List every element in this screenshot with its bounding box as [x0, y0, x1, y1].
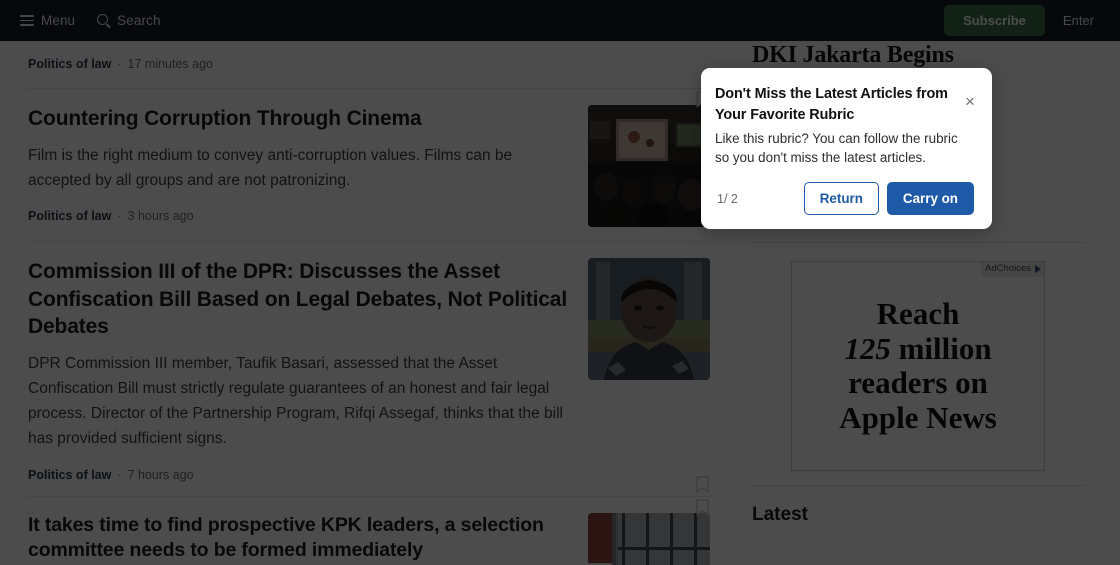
ad-copy: Reach 125 million readers on Apple News [823, 295, 1013, 436]
timestamp: 7 hours ago [127, 467, 194, 482]
timestamp: 17 minutes ago [127, 57, 214, 71]
cinema-audience-photo [588, 105, 710, 227]
top-navigation-bar: Menu Search Subscribe Enter [0, 0, 1120, 41]
modal-body-text: Like this rubric? You can follow the rub… [715, 130, 958, 166]
ad-line-1: Reach [876, 295, 960, 331]
search-button[interactable]: Search [97, 13, 160, 28]
bookmark-icon[interactable] [695, 498, 710, 517]
search-icon [97, 14, 110, 27]
close-icon[interactable]: × [962, 93, 978, 110]
subscribe-button[interactable]: Subscribe [944, 5, 1045, 36]
list-item[interactable]: Countering Corruption Through Cinema Fil… [28, 89, 710, 242]
modal-title: Don't Miss the Latest Articles from Your… [715, 86, 948, 124]
card-body: Politics of law · 17 minutes ago [28, 41, 568, 74]
nav-right-group: Subscribe Enter [944, 5, 1100, 36]
list-item[interactable]: It takes time to find prospective KPK le… [28, 497, 710, 565]
meta-separator: · [117, 467, 122, 482]
sidebar-divider [752, 485, 1084, 487]
latest-section-heading: Latest [752, 504, 808, 526]
adchoices-triangle-icon [1035, 265, 1041, 274]
article-feed: Politics of law · 17 minutes ago Counter… [0, 41, 736, 565]
adchoices-badge[interactable]: AdChoices [981, 262, 1044, 277]
article-title[interactable]: Countering Corruption Through Cinema [28, 105, 568, 133]
card-meta: Politics of law · 7 hours ago [28, 468, 568, 482]
sidebar-divider [752, 242, 1084, 244]
list-item[interactable]: Commission III of the DPR: Discusses the… [28, 242, 710, 497]
menu-button[interactable]: Menu [20, 13, 75, 28]
modal-step-counter: 1/ 2 [717, 191, 738, 206]
article-excerpt: DPR Commission III member, Taufik Basari… [28, 355, 563, 448]
carry-on-button[interactable]: Carry on [886, 182, 974, 216]
ad-line-2-rest: million [898, 330, 992, 366]
modal-footer: 1/ 2 Return Carry on [715, 182, 974, 216]
ad-creative[interactable]: AdChoices Reach 125 million readers on A… [791, 261, 1045, 472]
rubric-link[interactable]: Politics of law [28, 209, 111, 223]
list-item[interactable]: Politics of law · 17 minutes ago [28, 41, 710, 89]
man-portrait-photo [588, 258, 710, 380]
sidebar-headline[interactable]: DKI Jakarta Begins [752, 41, 1084, 71]
card-body: Commission III of the DPR: Discusses the… [28, 258, 568, 482]
nav-left-group: Menu Search [20, 13, 161, 28]
card-body: It takes time to find prospective KPK le… [28, 513, 568, 565]
enter-link[interactable]: Enter [1063, 13, 1100, 28]
rubric-link[interactable]: Politics of law [28, 57, 111, 71]
card-meta: Politics of law · 17 minutes ago [28, 57, 568, 71]
meta-separator: · [117, 57, 122, 71]
timestamp: 3 hours ago [127, 208, 194, 223]
article-title[interactable]: It takes time to find prospective KPK le… [28, 513, 568, 564]
card-meta: Politics of law · 3 hours ago [28, 209, 568, 223]
menu-label: Menu [41, 13, 76, 28]
ad-line-2-number: 125 [844, 330, 891, 366]
rubric-link[interactable]: Politics of law [28, 468, 111, 482]
article-thumbnail[interactable] [588, 105, 710, 227]
advertisement-slot: AdChoices Reach 125 million readers on A… [752, 261, 1084, 472]
article-excerpt: Film is the right medium to convey anti-… [28, 146, 513, 189]
hamburger-icon [20, 15, 34, 26]
article-thumbnail[interactable] [588, 258, 710, 380]
article-thumbnail[interactable] [588, 512, 710, 565]
building-flag-photo [588, 512, 710, 565]
bookmark-icon[interactable] [695, 475, 710, 494]
ad-line-3: readers on [848, 365, 988, 401]
thumb-placeholder [588, 41, 710, 74]
article-title[interactable]: Commission III of the DPR: Discusses the… [28, 258, 568, 341]
meta-separator: · [117, 208, 122, 223]
adchoices-label: AdChoices [985, 263, 1031, 275]
follow-rubric-modal: Don't Miss the Latest Articles from Your… [701, 68, 992, 230]
ad-line-4: Apple News [839, 399, 997, 435]
card-body: Countering Corruption Through Cinema Fil… [28, 105, 568, 227]
search-label: Search [117, 13, 161, 28]
return-button[interactable]: Return [803, 182, 879, 216]
page-root: Menu Search Subscribe Enter Politics of … [0, 0, 1120, 565]
